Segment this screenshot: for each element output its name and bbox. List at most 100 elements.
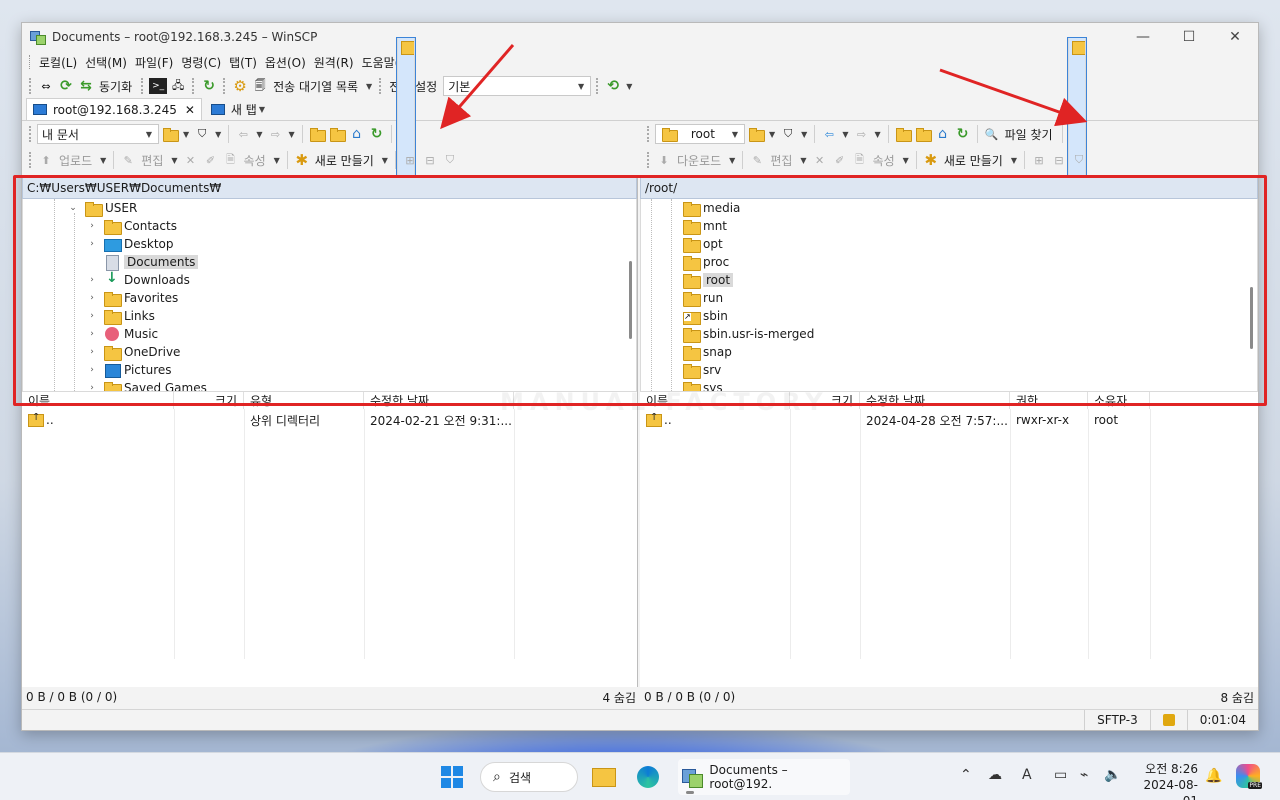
- column-header-name[interactable]: 이름: [22, 392, 174, 409]
- column-header-modified[interactable]: 수정한 날짜: [364, 392, 514, 409]
- chevron-right-icon[interactable]: ›: [86, 347, 98, 357]
- rename-icon[interactable]: ✐: [202, 151, 220, 169]
- chevron-down-icon[interactable]: ▼: [874, 130, 880, 139]
- menu-remote[interactable]: 원격(R): [310, 54, 358, 71]
- chevron-down-icon[interactable]: ▼: [842, 130, 848, 139]
- chevron-right-icon[interactable]: ›: [86, 275, 98, 285]
- remote-hidden-count[interactable]: 8 숨김: [1220, 689, 1254, 706]
- network-icon[interactable]: ⌁: [1080, 767, 1088, 783]
- tree-item[interactable]: sbin: [665, 307, 728, 325]
- chevron-down-icon[interactable]: ▼: [171, 156, 177, 165]
- left-location-select[interactable]: 내 문서 ▼: [37, 124, 159, 144]
- download-icon[interactable]: ⬇: [655, 151, 673, 169]
- tab-new[interactable]: 새 탭 ▼: [204, 98, 274, 120]
- select-minus-icon[interactable]: ⊟: [1050, 151, 1068, 169]
- tree-item[interactable]: › Favorites: [86, 289, 178, 307]
- rename-icon[interactable]: ✐: [831, 151, 849, 169]
- download-button[interactable]: 다운로드: [677, 152, 721, 169]
- new-button[interactable]: 새로 만들기: [315, 152, 374, 169]
- filter-icon[interactable]: ⛉: [193, 125, 211, 143]
- chevron-right-icon[interactable]: ›: [86, 365, 98, 375]
- edge-icon[interactable]: [634, 763, 662, 791]
- parent-directory-icon[interactable]: [308, 125, 326, 143]
- transfer-settings-select[interactable]: 기본 ▼: [443, 76, 592, 96]
- chevron-down-icon[interactable]: ▼: [256, 130, 262, 139]
- chevron-down-icon[interactable]: ▼: [100, 156, 106, 165]
- menu-commands[interactable]: 명령(C): [177, 54, 225, 71]
- menu-tabs[interactable]: 탭(T): [225, 54, 261, 71]
- forward-icon[interactable]: ⇨: [266, 125, 284, 143]
- select-plus-icon[interactable]: ⊞: [1030, 151, 1048, 169]
- tree-item[interactable]: srv: [665, 361, 721, 379]
- open-directory-icon[interactable]: [747, 125, 765, 143]
- tree-item[interactable]: root: [665, 271, 734, 289]
- chevron-right-icon[interactable]: ›: [86, 239, 98, 249]
- parent-directory-icon[interactable]: [894, 125, 912, 143]
- tree-item[interactable]: ⌄ USER: [67, 199, 137, 217]
- terminal-icon[interactable]: >_: [149, 78, 168, 94]
- queue-list-button[interactable]: 전송 대기열 목록: [273, 78, 358, 95]
- tree-item[interactable]: › Links: [86, 307, 155, 325]
- cloud-sync-icon[interactable]: ☁: [988, 767, 1002, 783]
- chevron-down-icon[interactable]: ▼: [729, 156, 735, 165]
- tree-item[interactable]: › Music: [86, 325, 158, 343]
- encryption-status[interactable]: [1149, 710, 1187, 730]
- chevron-down-icon[interactable]: ▼: [288, 130, 294, 139]
- root-directory-icon[interactable]: [328, 125, 346, 143]
- chevron-down-icon[interactable]: ▼: [183, 130, 189, 139]
- close-button[interactable]: ✕: [1212, 23, 1258, 51]
- column-header-size[interactable]: 크기: [174, 392, 244, 409]
- select-filter-icon[interactable]: ⛉: [1070, 151, 1088, 169]
- input-method-icon[interactable]: A: [1022, 767, 1032, 783]
- synchronize-label[interactable]: 동기화: [99, 78, 132, 95]
- refresh-icon[interactable]: ↻: [368, 125, 386, 143]
- chevron-right-icon[interactable]: ›: [86, 221, 98, 231]
- chevron-down-icon[interactable]: ⌄: [67, 203, 79, 213]
- tree-item[interactable]: › Contacts: [86, 217, 177, 235]
- tree-item[interactable]: snap: [665, 343, 732, 361]
- compare-directories-icon[interactable]: ⇔: [37, 77, 55, 95]
- remote-path-bar[interactable]: /root/: [640, 177, 1258, 199]
- properties-button[interactable]: 속성: [873, 152, 895, 169]
- upload-icon[interactable]: ⬆: [37, 151, 55, 169]
- tree-item[interactable]: media: [665, 199, 740, 217]
- local-path-bar[interactable]: C:₩Users₩USER₩Documents₩: [22, 177, 637, 199]
- back-icon[interactable]: ⇦: [234, 125, 252, 143]
- chevron-down-icon[interactable]: ▼: [382, 156, 388, 165]
- chevron-down-icon[interactable]: ▼: [903, 156, 909, 165]
- volume-icon[interactable]: 🔈: [1104, 767, 1121, 783]
- putty-icon[interactable]: 🖧: [169, 77, 187, 95]
- filter-icon[interactable]: ⛉: [779, 125, 797, 143]
- menu-local[interactable]: 로컬(L): [35, 54, 81, 71]
- local-hidden-count[interactable]: 4 숨김: [602, 689, 636, 706]
- column-header-rights[interactable]: 권한: [1010, 392, 1088, 409]
- home-icon[interactable]: ⌂: [934, 125, 952, 143]
- column-header-type[interactable]: 유형: [244, 392, 364, 409]
- select-plus-icon[interactable]: ⊞: [401, 151, 419, 169]
- maximize-button[interactable]: ☐: [1166, 23, 1212, 51]
- edit-icon[interactable]: ✎: [119, 151, 137, 169]
- forward-icon[interactable]: ⇨: [852, 125, 870, 143]
- delete-icon[interactable]: ✕: [811, 151, 829, 169]
- refresh-icon[interactable]: ↻: [954, 125, 972, 143]
- tree-item[interactable]: opt: [665, 235, 723, 253]
- find-files-button[interactable]: 파일 찾기: [1005, 126, 1053, 143]
- find-files-icon[interactable]: 🔍: [983, 125, 1001, 143]
- chevron-down-icon[interactable]: ▼: [1011, 156, 1017, 165]
- menu-file[interactable]: 파일(F): [131, 54, 177, 71]
- edit-button[interactable]: 편집: [770, 152, 792, 169]
- taskbar-clock[interactable]: 오전 8:26 2024-08-01: [1130, 761, 1198, 800]
- menu-options[interactable]: 옵션(O): [261, 54, 310, 71]
- queue-icon[interactable]: 🗐: [251, 77, 269, 95]
- select-minus-icon[interactable]: ⊟: [421, 151, 439, 169]
- tab-session[interactable]: root@192.168.3.245 ✕: [26, 98, 202, 120]
- auto-refresh-icon[interactable]: ⟲: [604, 77, 622, 95]
- minimize-button[interactable]: —: [1120, 23, 1166, 51]
- chevron-down-icon[interactable]: ▼: [366, 82, 372, 91]
- root-directory-icon[interactable]: [914, 125, 932, 143]
- chevron-down-icon[interactable]: ▼: [801, 130, 807, 139]
- properties-button[interactable]: 속성: [244, 152, 266, 169]
- right-location-select[interactable]: root ▼: [655, 124, 745, 144]
- remote-tree-scrollbar[interactable]: [1250, 287, 1253, 349]
- open-directory-icon[interactable]: [161, 125, 179, 143]
